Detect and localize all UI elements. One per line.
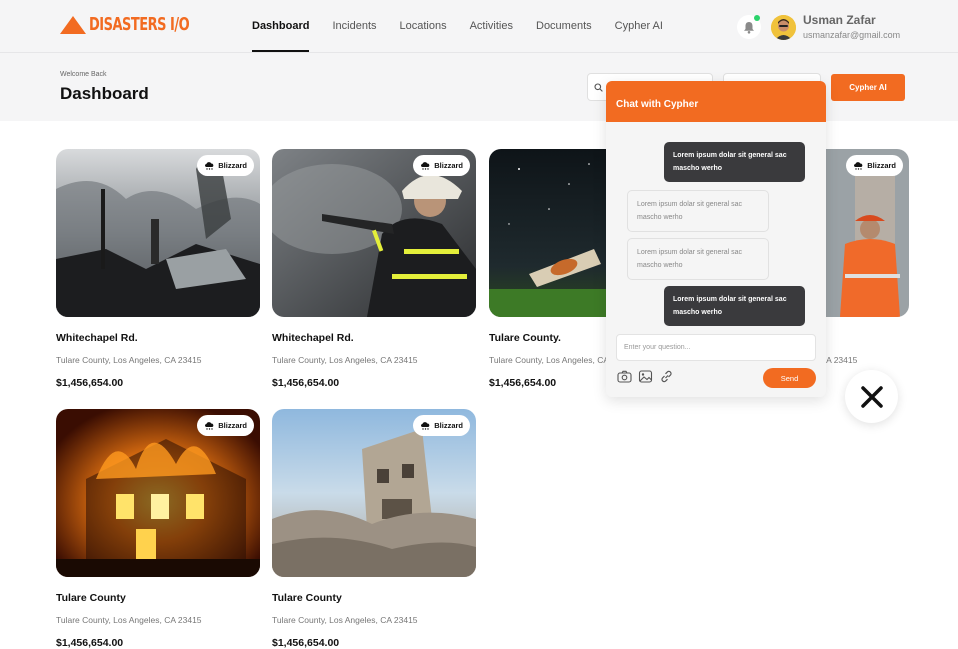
category-badge: Blizzard xyxy=(413,155,470,176)
nav-dashboard[interactable]: Dashboard xyxy=(252,0,310,53)
top-navbar: DISASTERS I/O Dashboard Incidents Locati… xyxy=(0,0,958,53)
nav-activities[interactable]: Activities xyxy=(470,0,513,53)
search-icon xyxy=(594,83,603,92)
card-price: $1,456,654.00 xyxy=(272,637,340,649)
cloud-snow-icon xyxy=(854,162,863,170)
card-title: Tulare County xyxy=(272,592,342,604)
cloud-snow-icon xyxy=(421,162,430,170)
badge-label: Blizzard xyxy=(434,161,463,170)
badge-label: Blizzard xyxy=(434,421,463,430)
cypher-ai-button[interactable]: Cypher AI xyxy=(831,74,905,101)
card-price: $1,456,654.00 xyxy=(272,377,340,389)
mountain-logo-icon xyxy=(60,16,86,34)
chat-attachment-tools xyxy=(617,370,674,383)
badge-label: Blizzard xyxy=(218,161,247,170)
category-badge: Blizzard xyxy=(846,155,903,176)
brand-logo[interactable]: DISASTERS I/O xyxy=(60,14,190,36)
user-name: Usman Zafar xyxy=(803,13,876,27)
card-title: Whitechapel Rd. xyxy=(272,332,354,344)
card-title: Tulare County xyxy=(56,592,126,604)
chat-message-bot: Lorem ipsum dolar sit general sac mascho… xyxy=(627,190,769,232)
badge-label: Blizzard xyxy=(218,421,247,430)
badge-label: Blizzard xyxy=(867,161,896,170)
chat-panel: Chat with Cypher Lorem ipsum dolar sit g… xyxy=(606,81,826,397)
chat-message-user: Lorem ipsum dolar sit general sac mascho… xyxy=(664,286,805,326)
bell-icon xyxy=(744,21,754,34)
cloud-snow-icon xyxy=(421,422,430,430)
card-title: Tulare County. xyxy=(489,332,561,344)
card-price: $1,456,654.00 xyxy=(56,377,124,389)
card-address: Tulare County, Los Angeles, CA 23415 xyxy=(272,355,418,365)
card-address: Tulare County, Los Angeles, CA 23415 xyxy=(56,355,202,365)
nav-documents[interactable]: Documents xyxy=(536,0,592,53)
notifications-button[interactable] xyxy=(737,15,761,39)
image-icon[interactable] xyxy=(638,370,653,383)
notification-dot xyxy=(754,15,760,21)
brand-name: DISASTERS I/O xyxy=(89,14,190,36)
nav-cypher-ai[interactable]: Cypher AI xyxy=(615,0,663,53)
avatar-image xyxy=(771,15,796,40)
close-chat-button[interactable] xyxy=(845,370,898,423)
main-nav: Dashboard Incidents Locations Activities… xyxy=(252,0,686,53)
chat-message-bot: Lorem ipsum dolar sit general sac mascho… xyxy=(627,238,769,280)
nav-locations[interactable]: Locations xyxy=(400,0,447,53)
chat-question-input[interactable]: Enter your question... xyxy=(616,334,816,361)
card-price: $1,456,654.00 xyxy=(56,637,124,649)
category-badge: Blizzard xyxy=(197,155,254,176)
close-icon xyxy=(860,385,883,408)
welcome-text: Welcome Back xyxy=(60,71,107,78)
camera-icon[interactable] xyxy=(617,370,632,383)
chat-title: Chat with Cypher xyxy=(606,81,826,122)
chat-message-user: Lorem ipsum dolar sit general sac mascho… xyxy=(664,142,805,182)
link-icon[interactable] xyxy=(659,370,674,383)
send-button[interactable]: Send xyxy=(763,368,816,388)
user-email: usmanzafar@gmail.com xyxy=(803,30,901,40)
card-address: Tulare County, Los Angeles, CA 23415 xyxy=(272,615,418,625)
card-price: $1,456,654.00 xyxy=(489,377,557,389)
card-title: Whitechapel Rd. xyxy=(56,332,138,344)
page-title: Dashboard xyxy=(60,84,149,103)
card-address: Tulare County, Los Angeles, CA 23415 xyxy=(56,615,202,625)
nav-incidents[interactable]: Incidents xyxy=(332,0,376,53)
cloud-snow-icon xyxy=(205,422,214,430)
cloud-snow-icon xyxy=(205,162,214,170)
category-badge: Blizzard xyxy=(197,415,254,436)
avatar[interactable] xyxy=(771,15,796,40)
category-badge: Blizzard xyxy=(413,415,470,436)
